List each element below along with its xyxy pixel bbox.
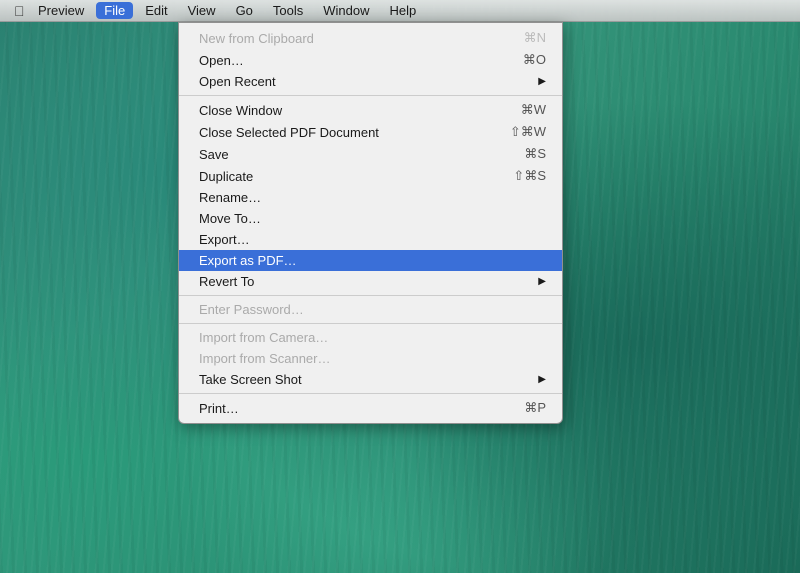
menu-item-label: Revert To — [199, 274, 254, 289]
menu-divider-1 — [179, 95, 562, 96]
menu-item-shortcut: ⌘W — [521, 102, 546, 118]
menu-item-label: Import from Scanner… — [199, 351, 331, 366]
menu-item-label: Open Recent — [199, 74, 276, 89]
menu-divider-4 — [179, 393, 562, 394]
menu-item-label: Print… — [199, 401, 239, 416]
submenu-arrow-icon: ▶ — [538, 76, 546, 87]
menu-item-label: Save — [199, 147, 229, 162]
menu-item-label: Close Selected PDF Document — [199, 125, 379, 140]
file-dropdown-menu: New from Clipboard ⌘N Open… ⌘O Open Rece… — [178, 22, 563, 424]
menu-item-duplicate[interactable]: Duplicate ⇧⌘S — [179, 165, 562, 187]
menu-item-label: Export… — [199, 232, 250, 247]
menu-item-label: Move To… — [199, 211, 261, 226]
menu-item-shortcut: ⌘P — [524, 400, 546, 416]
menu-divider-2 — [179, 295, 562, 296]
menu-item-shortcut: ⌘N — [524, 30, 546, 46]
menu-item-enter-password[interactable]: Enter Password… — [179, 299, 562, 320]
menubar-preview[interactable]: Preview — [30, 2, 92, 19]
menu-item-label: New from Clipboard — [199, 31, 314, 46]
menu-item-label: Enter Password… — [199, 302, 304, 317]
menu-item-rename[interactable]: Rename… — [179, 187, 562, 208]
menubar-edit[interactable]: Edit — [137, 2, 175, 19]
menu-item-open[interactable]: Open… ⌘O — [179, 49, 562, 71]
menu-item-label: Rename… — [199, 190, 261, 205]
menubar-go[interactable]: Go — [228, 2, 261, 19]
submenu-arrow-icon: ▶ — [538, 276, 546, 287]
menu-item-save[interactable]: Save ⌘S — [179, 143, 562, 165]
menu-item-label: Take Screen Shot — [199, 372, 302, 387]
menu-item-open-recent[interactable]: Open Recent ▶ — [179, 71, 562, 92]
menubar-help[interactable]: Help — [382, 2, 425, 19]
menu-item-shortcut: ⇧⌘S — [513, 168, 546, 184]
menu-item-move-to[interactable]: Move To… — [179, 208, 562, 229]
menu-item-label: Import from Camera… — [199, 330, 328, 345]
menu-item-label: Open… — [199, 53, 244, 68]
menu-item-shortcut: ⌘O — [523, 52, 546, 68]
menu-item-print[interactable]: Print… ⌘P — [179, 397, 562, 419]
menubar-window[interactable]: Window — [315, 2, 377, 19]
menu-item-label: Export as PDF… — [199, 253, 297, 268]
menu-item-export[interactable]: Export… — [179, 229, 562, 250]
menu-item-export-pdf[interactable]: Export as PDF… — [179, 250, 562, 271]
menu-divider-3 — [179, 323, 562, 324]
menu-item-import-camera[interactable]: Import from Camera… — [179, 327, 562, 348]
apple-menu-icon[interactable]:  — [8, 3, 26, 19]
menubar-view[interactable]: View — [180, 2, 224, 19]
menu-item-shortcut: ⌘S — [524, 146, 546, 162]
menu-item-label: Duplicate — [199, 169, 253, 184]
menu-item-close-pdf[interactable]: Close Selected PDF Document ⇧⌘W — [179, 121, 562, 143]
menu-item-take-screenshot[interactable]: Take Screen Shot ▶ — [179, 369, 562, 390]
menubar-file[interactable]: File — [96, 2, 133, 19]
menubar-tools[interactable]: Tools — [265, 2, 311, 19]
submenu-arrow-icon: ▶ — [538, 374, 546, 385]
menu-item-shortcut: ⇧⌘W — [510, 124, 546, 140]
menu-item-new-clipboard[interactable]: New from Clipboard ⌘N — [179, 27, 562, 49]
menubar:  Preview File Edit View Go Tools Window… — [0, 0, 800, 22]
menu-item-revert-to[interactable]: Revert To ▶ — [179, 271, 562, 292]
menu-item-close-window[interactable]: Close Window ⌘W — [179, 99, 562, 121]
menu-item-label: Close Window — [199, 103, 282, 118]
menu-item-import-scanner[interactable]: Import from Scanner… — [179, 348, 562, 369]
